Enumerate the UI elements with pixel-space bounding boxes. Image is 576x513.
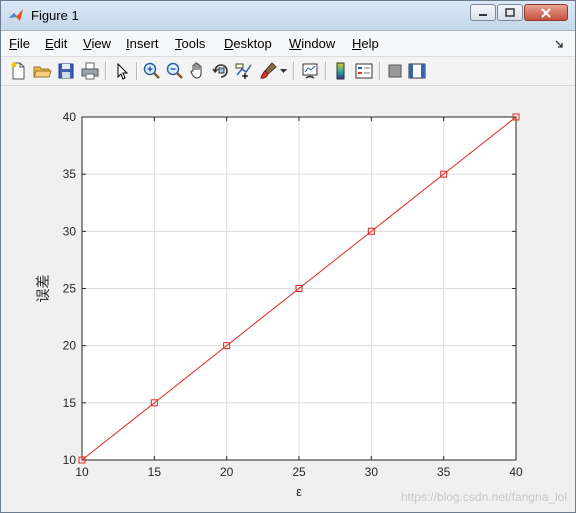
insert-legend-icon[interactable] <box>354 61 374 81</box>
maximize-icon <box>505 8 515 17</box>
link-plot-icon[interactable] <box>300 61 320 81</box>
chevron-down-icon[interactable] <box>280 69 287 74</box>
x-tick-label: 40 <box>509 465 523 479</box>
y-tick-label: 30 <box>63 224 77 238</box>
zoom-out-icon[interactable] <box>165 61 185 81</box>
window-title: Figure 1 <box>31 8 79 23</box>
insert-colorbar-icon[interactable] <box>331 61 351 81</box>
toolbar-separator <box>379 62 381 80</box>
menu-help[interactable]: Help <box>352 36 379 51</box>
print-icon[interactable] <box>80 61 100 81</box>
toolbar-separator <box>136 62 138 80</box>
watermark-text: https://blog.csdn.net/fangna_lol <box>400 490 567 504</box>
toolbar-separator <box>325 62 327 80</box>
show-plot-tools-icon[interactable] <box>407 61 427 81</box>
menu-bar: File Edit View Insert Tools Desktop Wind… <box>1 31 575 57</box>
menu-desktop[interactable]: Desktop <box>224 36 272 51</box>
figure-canvas: 10 15 20 25 30 35 40 10 15 20 25 30 35 40 ε 误差 <box>8 86 569 506</box>
toolbar-separator <box>105 62 107 80</box>
hide-plot-tools-icon[interactable] <box>385 61 405 81</box>
y-tick-label: 25 <box>63 282 77 296</box>
brush-icon[interactable] <box>258 61 278 81</box>
x-tick-label: 15 <box>148 465 162 479</box>
maximize-button[interactable] <box>497 4 523 21</box>
y-tick-label: 35 <box>63 167 77 181</box>
y-axis-label: 误差 <box>36 275 52 303</box>
new-figure-icon[interactable] <box>8 61 28 81</box>
close-icon <box>541 7 551 18</box>
dock-arrow-icon[interactable] <box>554 39 564 49</box>
menu-edit[interactable]: Edit <box>45 36 67 51</box>
toolbar-separator <box>293 62 295 80</box>
menu-view[interactable]: View <box>83 36 111 51</box>
zoom-in-icon[interactable] <box>142 61 162 81</box>
figure-window: Figure 1 File Edit View Insert Tools Des… <box>0 0 576 513</box>
open-file-icon[interactable] <box>32 61 52 81</box>
minimize-button[interactable] <box>470 4 496 21</box>
minimize-icon <box>479 13 487 16</box>
x-tick-label: 30 <box>365 465 379 479</box>
x-tick-label: 25 <box>292 465 306 479</box>
x-tick-label: 10 <box>75 465 89 479</box>
close-button[interactable] <box>524 4 568 21</box>
x-tick-label: 20 <box>220 465 234 479</box>
save-icon[interactable] <box>56 61 76 81</box>
y-tick-label: 15 <box>63 396 77 410</box>
rotate-3d-icon[interactable] <box>211 61 231 81</box>
menu-tools[interactable]: Tools <box>175 36 205 51</box>
y-tick-label: 20 <box>63 339 77 353</box>
edit-plot-arrow-icon[interactable] <box>112 61 132 81</box>
menu-insert[interactable]: Insert <box>126 36 159 51</box>
menu-file[interactable]: File <box>9 36 30 51</box>
data-cursor-icon[interactable] <box>234 61 254 81</box>
title-bar: Figure 1 <box>1 1 575 31</box>
x-axis-label: ε <box>296 484 302 499</box>
y-tick-label: 40 <box>63 110 77 124</box>
y-tick-label: 10 <box>63 453 77 467</box>
x-tick-label: 35 <box>437 465 451 479</box>
pan-hand-icon[interactable] <box>188 61 208 81</box>
line-chart[interactable]: 10 15 20 25 30 35 40 10 15 20 25 30 35 40 ε 误差 <box>8 86 569 506</box>
menu-window[interactable]: Window <box>289 36 335 51</box>
matlab-logo-icon <box>9 9 23 21</box>
figure-toolbar <box>1 57 575 86</box>
